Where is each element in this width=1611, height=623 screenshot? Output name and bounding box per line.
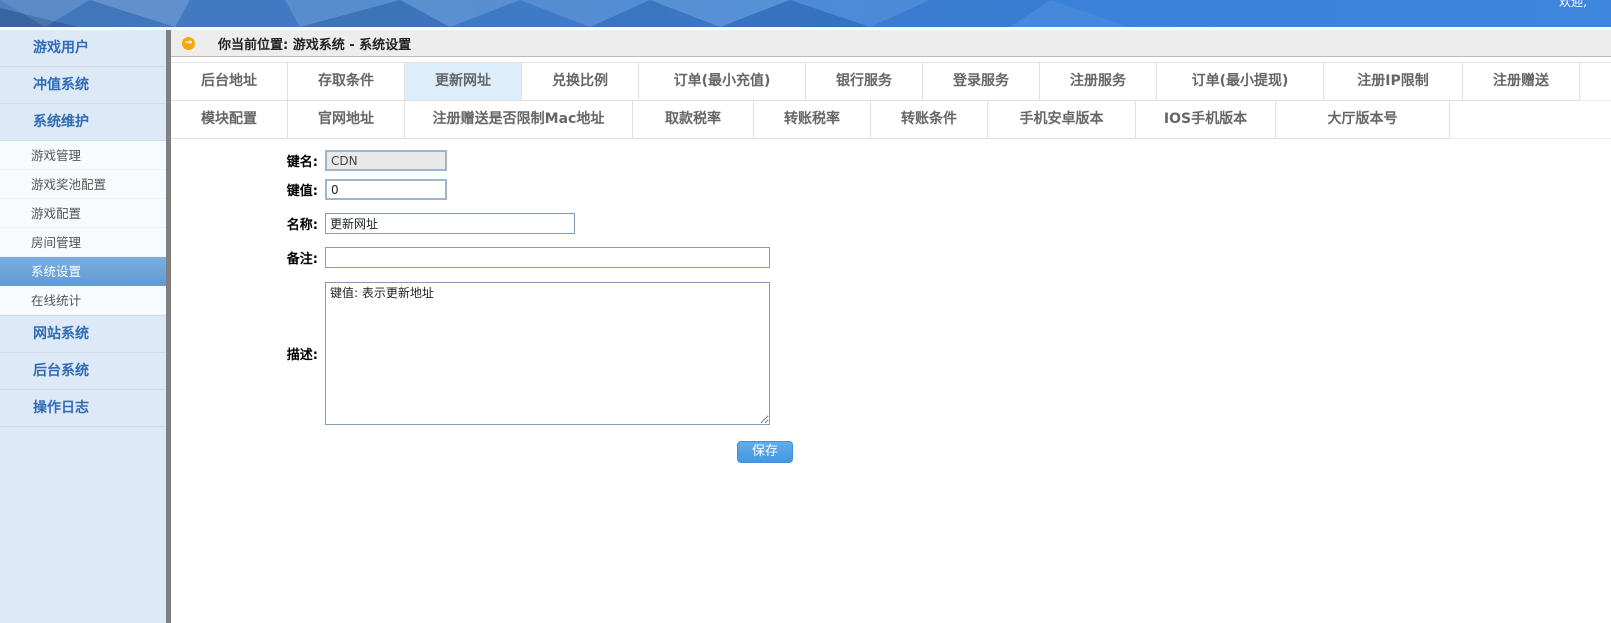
- header-pattern: [0, 0, 1611, 27]
- sidebar-subitem-room-management[interactable]: 房间管理: [0, 228, 166, 257]
- tab-update-url[interactable]: 更新网址: [405, 63, 522, 101]
- tab-row1-filler: [1580, 63, 1611, 101]
- system-maintenance-submenu: 游戏管理 游戏奖池配置 游戏配置 房间管理 系统设置 在线统计: [0, 141, 166, 316]
- sidebar-subitem-online-statistics[interactable]: 在线统计: [0, 286, 166, 315]
- remark-field[interactable]: [325, 247, 770, 268]
- main-content: → 你当前位置: 游戏系统 - 系统设置 后台地址 存取条件 更新网址 兑换比例…: [171, 30, 1611, 623]
- tab-exchange-ratio[interactable]: 兑换比例: [522, 63, 639, 101]
- sidebar-subitem-game-jackpot-config[interactable]: 游戏奖池配置: [0, 170, 166, 199]
- sidebar-item-backend-system[interactable]: 后台系统: [0, 353, 166, 390]
- remark-label: 备注:: [171, 248, 318, 267]
- name-row: 名称:: [171, 213, 1611, 234]
- key-value-row: 键值:: [171, 179, 1611, 200]
- name-field[interactable]: [325, 213, 575, 234]
- tab-register-ip-limit[interactable]: 注册IP限制: [1324, 63, 1463, 101]
- tab-bank-service[interactable]: 银行服务: [806, 63, 923, 101]
- remark-row: 备注:: [171, 247, 1611, 268]
- sidebar: 游戏用户 冲值系统 系统维护 游戏管理 游戏奖池配置 游戏配置 房间管理 系统设…: [0, 30, 166, 623]
- sidebar-subitem-game-management[interactable]: 游戏管理: [0, 141, 166, 170]
- tab-order-min-withdraw[interactable]: 订单(最小提现): [1157, 63, 1324, 101]
- sidebar-item-system-maintenance[interactable]: 系统维护: [0, 104, 166, 141]
- key-value-field[interactable]: [325, 179, 447, 200]
- tab-backend-address[interactable]: 后台地址: [171, 63, 288, 101]
- key-name-row: 键名:: [171, 150, 1611, 171]
- breadcrumb-text: 你当前位置: 游戏系统 - 系统设置: [218, 34, 411, 53]
- settings-form: 键名: 键值: 名称: 备注: 描述: 键值: 表示更新地址 保存: [171, 150, 1611, 463]
- save-row: 保存: [171, 441, 1611, 463]
- description-textarea[interactable]: 键值: 表示更新地址: [325, 282, 770, 425]
- tab-transfer-condition[interactable]: 转账条件: [871, 101, 988, 139]
- key-name-field: [325, 150, 447, 171]
- settings-tabs: 后台地址 存取条件 更新网址 兑换比例 订单(最小充值) 银行服务 登录服务 注…: [171, 62, 1611, 139]
- breadcrumb: → 你当前位置: 游戏系统 - 系统设置: [171, 30, 1611, 57]
- tab-register-gift-mac-limit[interactable]: 注册赠送是否限制Mac地址: [405, 101, 633, 139]
- tab-android-version[interactable]: 手机安卓版本: [988, 101, 1136, 139]
- welcome-text: 欢迎,: [1559, 0, 1587, 10]
- description-row: 描述: 键值: 表示更新地址: [171, 282, 1611, 425]
- description-label: 描述:: [171, 344, 318, 363]
- tab-register-service[interactable]: 注册服务: [1040, 63, 1157, 101]
- tab-official-site-address[interactable]: 官网地址: [288, 101, 405, 139]
- tab-lobby-version[interactable]: 大厅版本号: [1276, 101, 1450, 139]
- tab-row2-filler: [1450, 101, 1611, 139]
- name-label: 名称:: [171, 214, 318, 233]
- sidebar-item-game-user[interactable]: 游戏用户: [0, 30, 166, 67]
- tab-row-2: 模块配置 官网地址 注册赠送是否限制Mac地址 取款税率 转账税率 转账条件 手…: [171, 101, 1611, 139]
- save-button[interactable]: 保存: [737, 441, 793, 463]
- tab-ios-version[interactable]: IOS手机版本: [1136, 101, 1276, 139]
- key-value-label: 键值:: [171, 180, 318, 199]
- key-name-label: 键名:: [171, 151, 318, 170]
- arrow-circle-icon: →: [182, 37, 195, 50]
- tab-module-config[interactable]: 模块配置: [171, 101, 288, 139]
- sidebar-item-recharge-system[interactable]: 冲值系统: [0, 67, 166, 104]
- sidebar-item-operation-log[interactable]: 操作日志: [0, 390, 166, 427]
- tab-order-min-recharge[interactable]: 订单(最小充值): [639, 63, 806, 101]
- tab-withdraw-tax-rate[interactable]: 取款税率: [633, 101, 754, 139]
- top-header: 欢迎,: [0, 0, 1611, 27]
- tab-transfer-tax-rate[interactable]: 转账税率: [754, 101, 871, 139]
- sidebar-subitem-system-settings[interactable]: 系统设置: [0, 257, 166, 286]
- tab-register-gift[interactable]: 注册赠送: [1463, 63, 1580, 101]
- tab-login-service[interactable]: 登录服务: [923, 63, 1040, 101]
- tab-row-1: 后台地址 存取条件 更新网址 兑换比例 订单(最小充值) 银行服务 登录服务 注…: [171, 62, 1611, 101]
- sidebar-subitem-game-config[interactable]: 游戏配置: [0, 199, 166, 228]
- sidebar-item-website-system[interactable]: 网站系统: [0, 316, 166, 353]
- tab-deposit-withdraw-condition[interactable]: 存取条件: [288, 63, 405, 101]
